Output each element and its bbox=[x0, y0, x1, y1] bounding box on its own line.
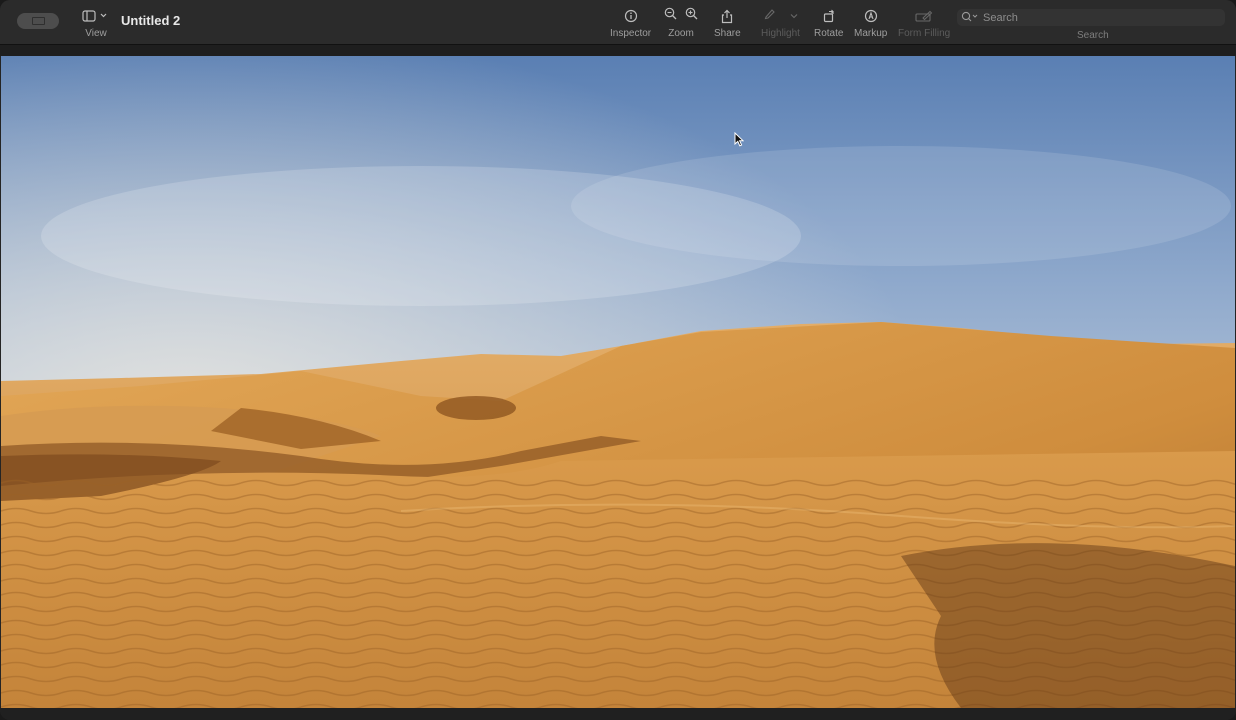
form-fill-icon bbox=[915, 6, 933, 26]
markup-pen-icon bbox=[864, 6, 878, 26]
info-icon bbox=[624, 6, 638, 26]
form-filling-label: Form Filling bbox=[898, 28, 951, 39]
rotate-icon bbox=[822, 6, 836, 26]
share-label: Share bbox=[714, 28, 741, 39]
search-label: Search bbox=[1077, 30, 1109, 41]
document-title: Untitled 2 bbox=[121, 13, 181, 28]
sidebar-icon bbox=[82, 6, 110, 26]
view-button[interactable]: View bbox=[82, 6, 110, 39]
markup-button[interactable]: Markup bbox=[854, 6, 887, 39]
bottom-bar bbox=[0, 708, 1236, 720]
highlighter-icon bbox=[763, 7, 776, 25]
inspector-label: Inspector bbox=[610, 28, 652, 39]
highlight-button[interactable]: Highlight bbox=[761, 6, 800, 39]
rotate-label: Rotate bbox=[814, 28, 844, 39]
window-controls-icon bbox=[32, 17, 45, 25]
magnifier-icon bbox=[961, 9, 979, 27]
markup-label: Markup bbox=[854, 28, 888, 39]
preview-window: View Untitled 2 Inspector Zoom Share Hig… bbox=[0, 0, 1236, 720]
zoom-button-group[interactable]: Zoom bbox=[664, 6, 698, 39]
zoom-label: Zoom bbox=[668, 28, 694, 39]
document-image[interactable] bbox=[1, 56, 1235, 708]
rotate-button[interactable]: Rotate bbox=[814, 6, 843, 39]
toolbar: View Untitled 2 Inspector Zoom Share Hig… bbox=[0, 0, 1236, 45]
window-controls[interactable] bbox=[17, 13, 59, 29]
inspector-button[interactable]: Inspector bbox=[610, 6, 651, 39]
form-filling-button[interactable]: Form Filling bbox=[898, 6, 950, 39]
highlight-label: Highlight bbox=[761, 28, 800, 39]
share-button[interactable]: Share bbox=[714, 6, 741, 39]
zoom-in-icon[interactable] bbox=[685, 7, 698, 25]
search-input[interactable] bbox=[983, 11, 1213, 24]
view-label: View bbox=[85, 28, 107, 39]
share-icon bbox=[720, 6, 734, 26]
mouse-pointer-icon bbox=[734, 131, 745, 152]
toolbar-separator bbox=[0, 45, 1236, 56]
zoom-out-icon[interactable] bbox=[664, 7, 677, 25]
highlight-chevron-down-icon[interactable] bbox=[790, 7, 798, 25]
search-field[interactable] bbox=[957, 9, 1225, 26]
